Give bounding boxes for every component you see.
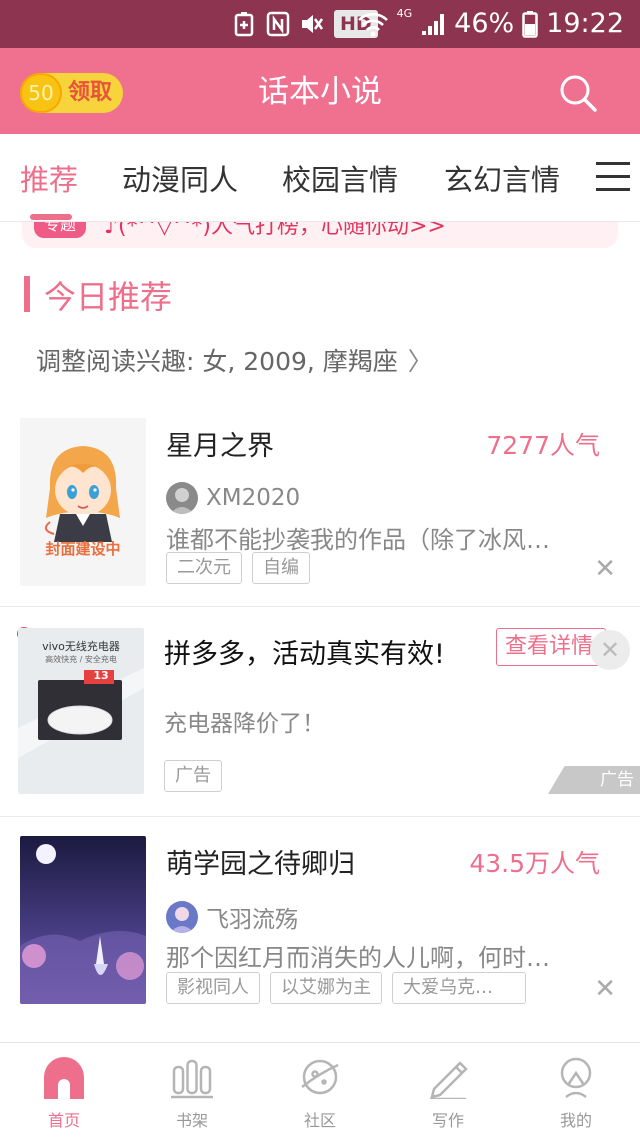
nav-label: 首页 xyxy=(47,1111,80,1130)
interest-text: 调整阅读兴趣: 女, 2009, 摩羯座 xyxy=(36,347,398,376)
book-title[interactable]: 星月之界 xyxy=(166,424,274,463)
ad-close-icon[interactable]: ✕ xyxy=(590,630,630,670)
nav-home[interactable]: 首页 xyxy=(0,1043,128,1138)
author-name: XM2020 xyxy=(206,485,301,511)
book-tag[interactable]: 二次元 xyxy=(166,552,242,584)
book-card[interactable]: 萌学园之待卿归 43.5万人气 飞羽流殇 那个因红月而消失的人儿啊，何时… 影视… xyxy=(0,818,640,1024)
app-title: 话本小说 xyxy=(258,74,382,110)
topic-banner[interactable]: 专题 ♪(*^▽^*)人气打榜，心随你动>> xyxy=(22,222,618,248)
dismiss-icon[interactable]: ✕ xyxy=(594,556,616,582)
bookshelf-icon xyxy=(171,1059,213,1099)
section-accent-bar xyxy=(24,276,30,312)
book-description: 谁都不能抄袭我的作品（除了冰风… xyxy=(166,526,550,554)
nav-write[interactable]: 写作 xyxy=(384,1043,512,1138)
ad-mark-label: 广告 xyxy=(600,770,634,790)
ad-mark-badge: 广告 xyxy=(548,766,640,794)
pencil-icon xyxy=(430,1061,468,1099)
card-divider xyxy=(0,606,640,607)
book-tag[interactable]: 大爱乌克… xyxy=(392,972,526,1004)
nav-profile[interactable]: 我的 xyxy=(512,1043,640,1138)
tab-fantasy-romance[interactable]: 玄幻言情 xyxy=(444,134,560,226)
status-right-icons: 4G 46% 19:22 xyxy=(357,7,624,39)
ad-image-product-name: vivo无线充电器 xyxy=(42,640,120,653)
ad-tags: 广告 xyxy=(164,760,222,792)
book-author[interactable]: XM2020 xyxy=(166,482,300,514)
nav-label: 社区 xyxy=(303,1111,336,1130)
nav-label: 我的 xyxy=(559,1111,592,1130)
nav-community[interactable]: 社区 xyxy=(256,1043,384,1138)
section-title: 今日推荐 xyxy=(44,278,173,316)
community-planet-icon xyxy=(301,1059,339,1095)
dismiss-icon[interactable]: ✕ xyxy=(594,976,616,1002)
category-tabs: 推荐 动漫同人 校园言情 玄幻言情 xyxy=(0,134,640,222)
signal-icon xyxy=(422,13,445,35)
anime-girl-placeholder-image xyxy=(20,418,146,586)
book-description: 那个因红月而消失的人儿啊，何时… xyxy=(166,944,550,972)
network-type: 4G xyxy=(396,7,413,20)
ad-image-price: 13 xyxy=(93,669,109,682)
search-icon[interactable] xyxy=(556,71,600,115)
book-tags: 影视同人 以艾娜为主 大爱乌克… xyxy=(166,972,526,1004)
book-tags: 二次元 自编 xyxy=(166,552,310,584)
book-tag[interactable]: 影视同人 xyxy=(166,972,260,1004)
nav-bookshelf[interactable]: 书架 xyxy=(128,1043,256,1138)
banner-text: ♪(*^▽^*)人气打榜，心随你动>> xyxy=(104,222,446,239)
ad-tag: 广告 xyxy=(164,760,222,792)
ad-subtitle: 充电器降价了！ xyxy=(164,711,325,737)
author-avatar xyxy=(166,482,198,514)
battery-icon xyxy=(522,10,538,38)
author-avatar xyxy=(166,901,198,933)
status-bar: HD 4G 46% 19:22 xyxy=(0,0,640,48)
category-menu-icon[interactable] xyxy=(596,162,630,194)
tab-anime-fanfic[interactable]: 动漫同人 xyxy=(122,134,238,226)
book-tag[interactable]: 以艾娜为主 xyxy=(270,972,382,1004)
book-card[interactable]: 封面建设中 星月之界 7277人气 XM2020 谁都不能抄袭我的作品（除了冰风… xyxy=(0,398,640,606)
book-author[interactable]: 飞羽流殇 xyxy=(166,900,298,934)
book-tag[interactable]: 自编 xyxy=(252,552,310,584)
author-name: 飞羽流殇 xyxy=(206,907,298,933)
tab-campus-romance[interactable]: 校园言情 xyxy=(282,134,398,226)
mute-icon xyxy=(302,15,324,33)
battery-percent: 46% xyxy=(454,8,515,39)
adjust-interest-link[interactable]: 调整阅读兴趣: 女, 2009, 摩羯座〉 xyxy=(36,342,433,378)
home-icon xyxy=(44,1057,84,1099)
app-header: 50 领取 话本小说 xyxy=(0,48,640,134)
banner-tag: 专题 xyxy=(34,222,87,238)
nav-label: 写作 xyxy=(431,1111,464,1130)
ad-image-tagline: 高效快充 / 安全充电 xyxy=(45,655,117,664)
profile-icon xyxy=(560,1057,592,1099)
bottom-navigation: 首页 书架 社区 写作 我的 xyxy=(0,1042,640,1138)
book-title[interactable]: 萌学园之待卿归 xyxy=(166,842,355,881)
active-tab-indicator xyxy=(30,214,72,220)
tab-recommend[interactable]: 推荐 xyxy=(20,134,78,226)
wifi-icon xyxy=(357,12,388,36)
chevron-right-icon: 〉 xyxy=(407,347,433,376)
book-popularity: 43.5万人气 xyxy=(469,849,600,878)
book-cover xyxy=(20,836,146,1004)
battery-saver-icon xyxy=(234,12,254,37)
nav-label: 书架 xyxy=(175,1111,208,1130)
night-moon-cover-image xyxy=(20,836,146,1004)
ad-image: vivo无线充电器 高效快充 / 安全充电 13 xyxy=(18,628,144,794)
book-cover: 封面建设中 xyxy=(20,418,146,586)
ad-title[interactable]: 拼多多，活动真实有效! xyxy=(164,632,445,671)
card-divider xyxy=(0,816,640,817)
nfc-icon xyxy=(266,11,290,37)
cover-under-construction-text: 封面建设中 xyxy=(45,540,121,558)
ad-card[interactable]: vivo无线充电器 高效快充 / 安全充电 13 拼多多，活动真实有效! 查看详… xyxy=(0,608,640,814)
clock: 19:22 xyxy=(546,8,624,39)
book-popularity: 7277人气 xyxy=(486,431,600,460)
